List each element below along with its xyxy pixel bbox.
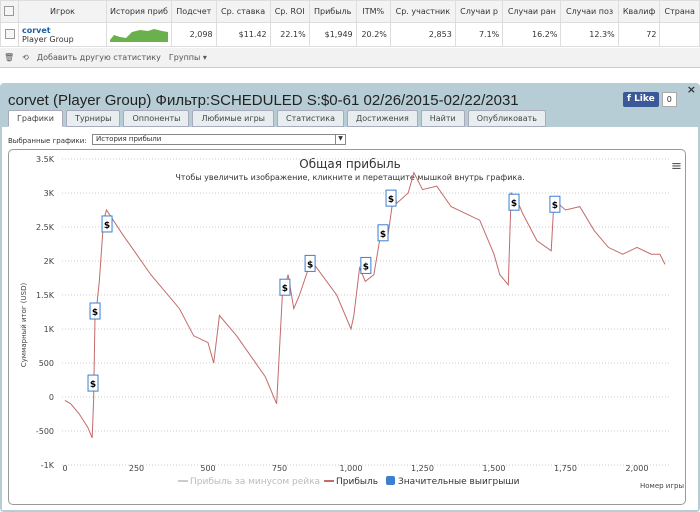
selected-charts-label: Выбранные графики: [8,137,87,145]
table-cell: $1,949 [308,22,357,47]
facebook-like-button[interactable]: f Like [623,92,659,107]
chart-select[interactable]: История прибыли ▼ [92,134,346,145]
tab-0[interactable]: Графики [8,110,63,127]
table-cell [659,22,700,47]
groups-dropdown[interactable]: Группы ▾ [169,53,207,62]
table-cell: 72 [617,22,661,47]
tab-7[interactable]: Опубликовать [467,110,546,127]
table-cell: 2,853 [389,22,456,47]
refresh-icon[interactable]: ⟲ [22,53,29,62]
player-panel: corvet (Player Group) Фильтр:SCHEDULED S… [0,83,700,512]
tab-4[interactable]: Статистика [276,110,344,127]
column-header[interactable]: Ср. ROI [269,0,310,23]
table-cell: 7.1% [454,22,504,47]
tab-6[interactable]: Найти [420,110,465,127]
select-all-checkbox[interactable] [0,0,19,23]
column-header[interactable]: Квалиф [617,0,661,23]
tab-1[interactable]: Турниры [65,110,121,127]
column-header[interactable]: Игрок [17,0,107,23]
column-header[interactable]: Случаи поз [560,0,619,23]
tab-3[interactable]: Любимые игры [192,110,274,127]
table-cell: 12.3% [560,22,619,47]
column-header[interactable]: Случаи р [454,0,504,23]
column-header[interactable]: Ср. участник [389,0,456,23]
chart-container[interactable] [8,149,686,505]
table-cell: 22.1% [269,22,310,47]
column-header[interactable]: Подсчет [170,0,217,23]
table-cell: 16.2% [502,22,562,47]
tab-2[interactable]: Оппоненты [123,110,190,127]
profit-sparkline [105,22,172,47]
player-link[interactable]: corvet [22,26,103,35]
column-header[interactable]: История приб [105,0,172,23]
trash-icon[interactable]: 🗑 [4,53,14,62]
panel-title: corvet (Player Group) Фильтр:SCHEDULED S… [8,92,519,109]
table-cell: 2,098 [170,22,217,47]
column-header[interactable]: ITM% [355,0,391,23]
column-header[interactable]: Прибыль [308,0,357,23]
like-count: 0 [661,92,677,107]
row-checkbox[interactable] [0,22,19,47]
close-icon[interactable]: × [687,83,696,96]
stats-table: Игрок История приб Подсчет Ср. ставка Ср. RO… [0,0,700,47]
table-cell: $11.42 [215,22,271,47]
column-header[interactable]: Случаи ран [502,0,562,23]
player-group: Player Group [21,34,74,44]
tab-5[interactable]: Достижения [346,110,418,127]
add-stat-button[interactable]: Добавить другую статистику [37,53,161,62]
chevron-down-icon: ▼ [335,135,345,144]
table-cell: 20.2% [355,22,391,47]
column-header[interactable]: Ср. ставка [215,0,271,23]
table-toolbar: 🗑 ⟲ Добавить другую статистику Группы ▾ [0,48,700,68]
column-header[interactable]: Страна [659,0,700,23]
